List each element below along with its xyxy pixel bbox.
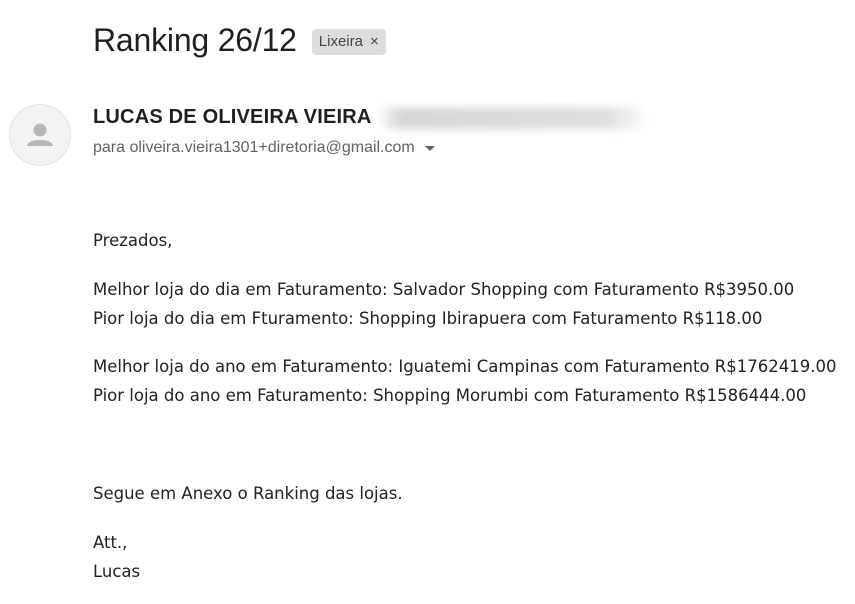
recipient-row: para oliveira.vieira1301+diretoria@gmail… [93, 139, 435, 157]
greeting: Prezados, [93, 231, 173, 250]
best-store-day: Melhor loja do dia em Faturamento: Salva… [93, 280, 795, 299]
worst-store-year: Pior loja do ano em Faturamento: Shoppin… [93, 386, 807, 405]
email-subject: Ranking 26/12 [93, 22, 297, 58]
best-store-year: Melhor loja do ano em Faturamento: Iguat… [93, 357, 837, 376]
close-icon[interactable]: × [370, 34, 379, 49]
person-icon [27, 123, 53, 146]
signature: Lucas [93, 562, 141, 581]
label-chip-text: Lixeira [318, 33, 363, 50]
sender-row: LUCAS DE OLIVEIRA VIEIRA [93, 106, 648, 129]
label-chip[interactable]: Lixeira × [311, 28, 386, 55]
sender-email-redacted [377, 106, 648, 129]
subject-row: Ranking 26/12 Lixeira × [93, 22, 386, 59]
closing: Att., [93, 533, 128, 552]
avatar[interactable] [9, 104, 71, 166]
sender-name[interactable]: LUCAS DE OLIVEIRA VIEIRA [93, 106, 372, 129]
caret-down-icon[interactable] [424, 145, 435, 151]
worst-store-day: Pior loja do dia em Fturamento: Shopping… [93, 309, 763, 328]
attachment-note: Segue em Anexo o Ranking das lojas. [93, 484, 403, 503]
recipient-text: para oliveira.vieira1301+diretoria@gmail… [93, 139, 415, 156]
